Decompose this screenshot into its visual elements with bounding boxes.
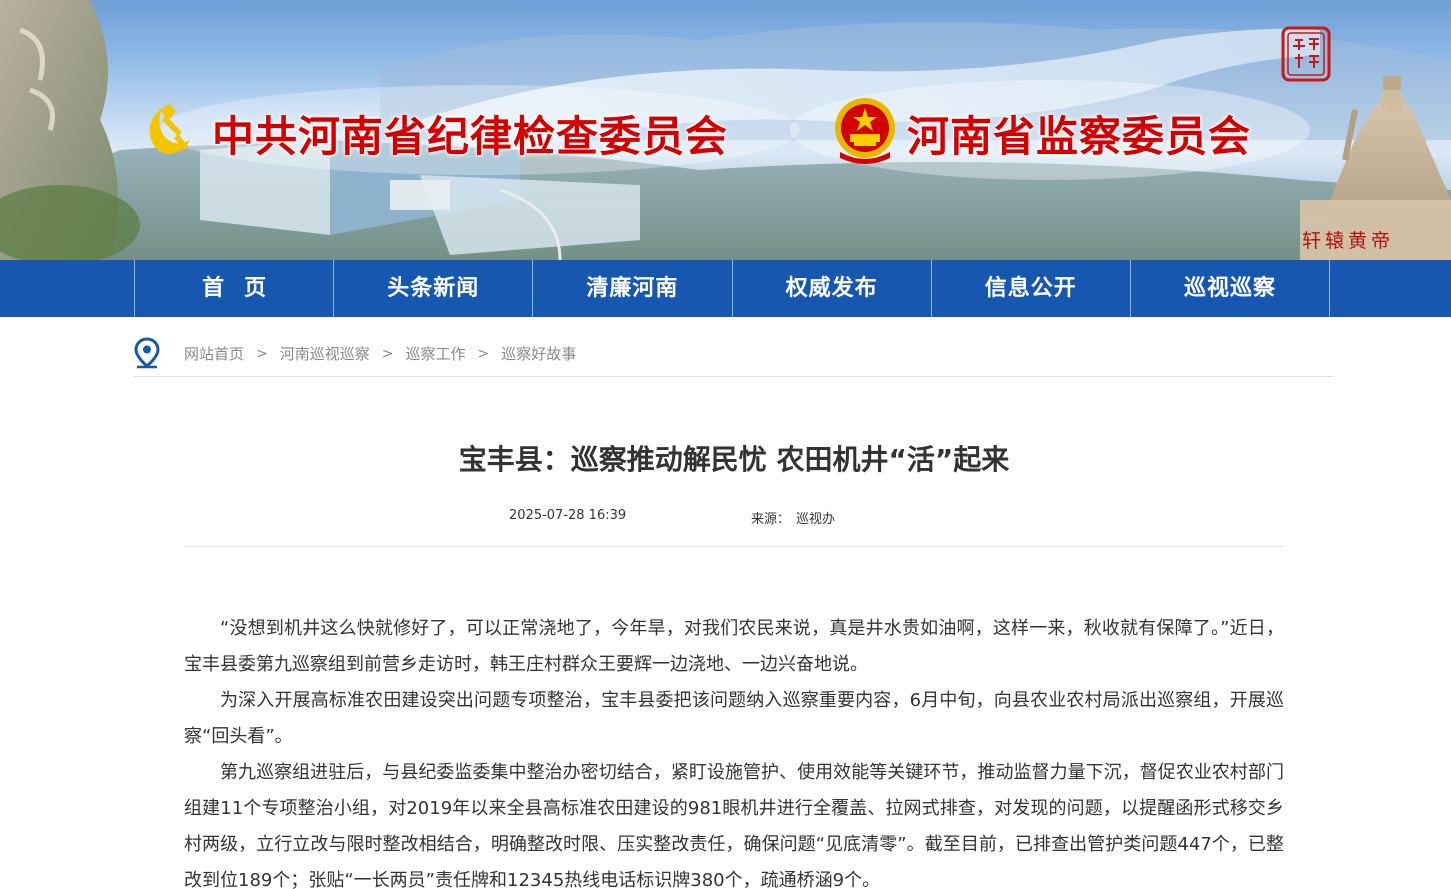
article-paragraph: 第九巡察组进驻后，与县纪委监委集中整治办密切结合，紧盯设施管护、使用效能等关键环…	[184, 762, 1284, 889]
article-source-label: 来源：	[751, 512, 791, 527]
nav-item-inspection[interactable]: 巡视巡察	[1129, 260, 1331, 317]
breadcrumb-link-inspection-stories[interactable]: 巡察好故事	[501, 343, 576, 364]
article-title: 宝丰县：巡察推动解民忧 农田机井“活”起来	[458, 443, 1010, 476]
statue-caption: 轩辕黄帝	[1302, 230, 1395, 252]
breadcrumb: 网站首页 > 河南巡视巡察 > 巡察工作 > 巡察好故事	[134, 337, 1334, 377]
banner-title-supervisory-commission: 河南省监察委员会	[907, 112, 1252, 161]
header-banner: 中共河南省纪律检查委员会 河南省监察委员会 轩辕黄帝	[0, 0, 1451, 260]
article-source: 来源： 巡视办	[751, 508, 835, 527]
breadcrumb-link-henan-inspection[interactable]: 河南巡视巡察	[280, 343, 370, 364]
main-nav-list: 首页 头条新闻 清廉河南 权威发布 信息公开 巡视巡察	[134, 260, 1331, 317]
breadcrumb-link-home[interactable]: 网站首页	[184, 343, 244, 364]
nav-item-home[interactable]: 首页	[134, 260, 333, 317]
main-nav: 首页 头条新闻 清廉河南 权威发布 信息公开 巡视巡察	[0, 260, 1451, 317]
breadcrumb-trail: 网站首页 > 河南巡视巡察 > 巡察工作 > 巡察好故事	[184, 343, 576, 364]
page: 中共河南省纪律检查委员会 河南省监察委员会 轩辕黄帝 首页 头条新闻 清廉河南 …	[0, 0, 1451, 889]
nav-item-information-disclosure[interactable]: 信息公开	[930, 260, 1130, 317]
national-emblem-icon	[835, 98, 895, 164]
nav-item-headline-news[interactable]: 头条新闻	[333, 260, 532, 317]
article-source-value: 巡视办	[796, 512, 836, 527]
article-date: 2025-07-28 16:39	[509, 508, 627, 523]
article-meta: 2025-07-28 16:39 来源： 巡视办	[184, 508, 1284, 530]
article-paragraph: 为深入开展高标准农田建设突出问题专项整治，宝丰县委把该问题纳入巡察重要内容，6月…	[184, 690, 1284, 747]
article-paragraph: “没想到机井这么快就修好了，可以正常浇地了，今年旱，对我们农民来说，真是井水贵如…	[184, 618, 1284, 675]
nav-item-clean-henan[interactable]: 清廉河南	[532, 260, 731, 317]
nav-item-official-release[interactable]: 权威发布	[731, 260, 931, 317]
breadcrumb-separator: >	[256, 345, 268, 362]
banner-title-discipline-commission: 中共河南省纪律检查委员会	[212, 112, 729, 161]
breadcrumb-separator: >	[477, 345, 490, 362]
meta-divider	[184, 546, 1284, 547]
party-emblem-icon	[149, 104, 190, 154]
seal-stamp-icon	[1281, 26, 1331, 82]
article-body: “没想到机井这么快就修好了，可以正常浇地了，今年旱，对我们农民来说，真是井水贵如…	[184, 611, 1284, 889]
breadcrumb-separator: >	[381, 345, 394, 362]
location-pin-icon	[134, 337, 160, 369]
breadcrumb-link-inspection-work[interactable]: 巡察工作	[406, 343, 466, 364]
